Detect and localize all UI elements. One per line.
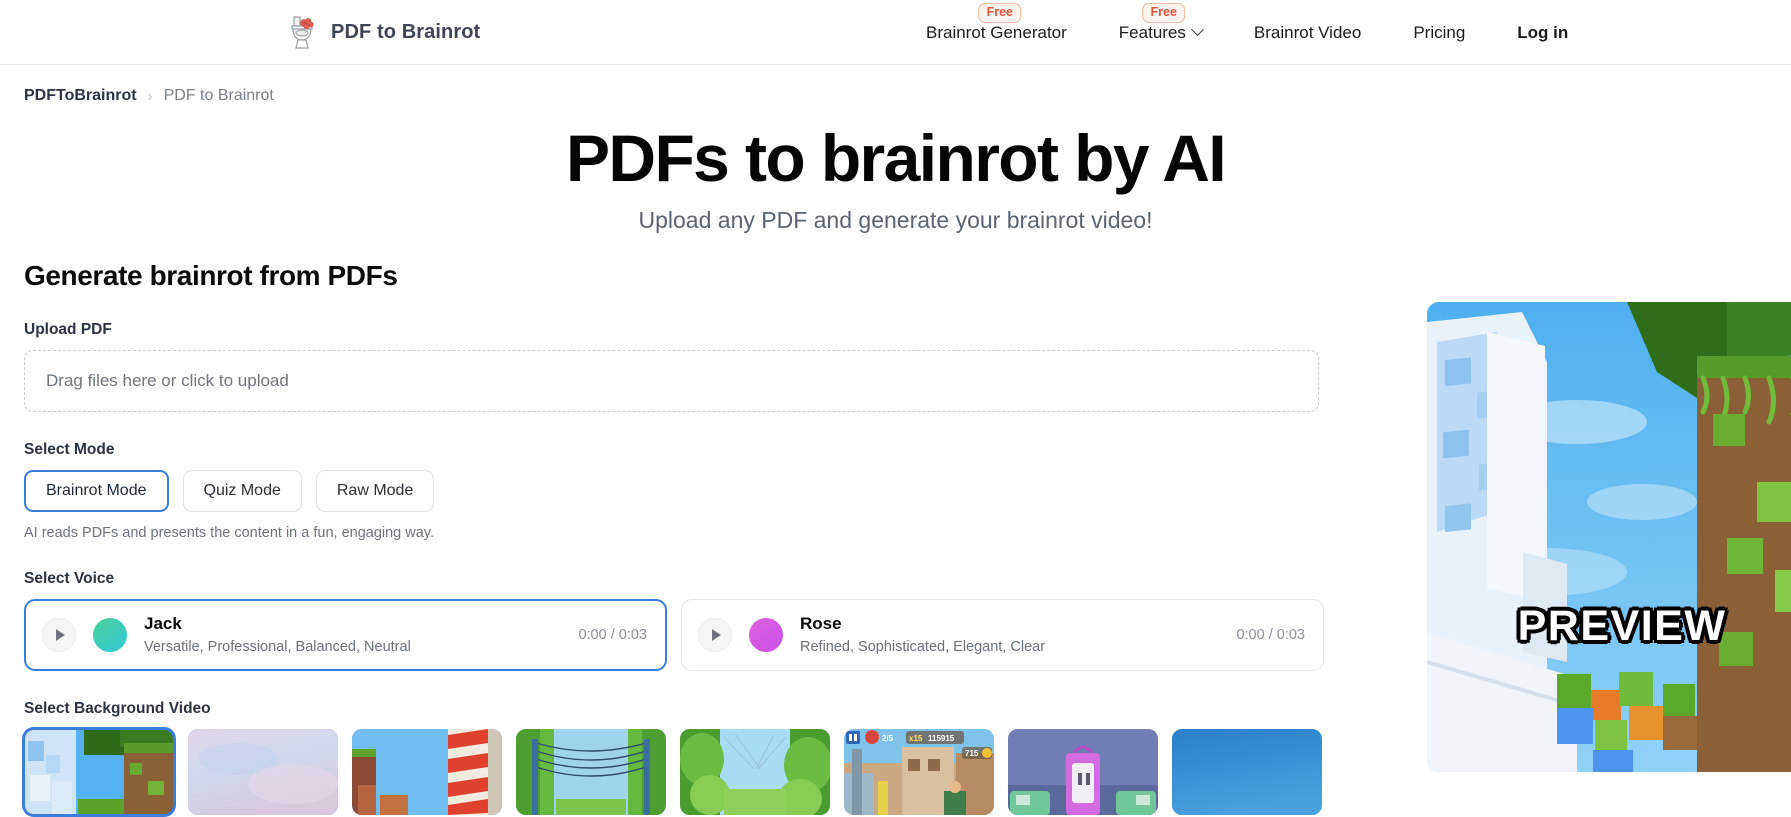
voice-label: Select Voice [24,569,115,587]
avatar [749,617,783,652]
upload-label: Upload PDF [24,320,112,338]
background-thumb-green-parkour-tunnel[interactable] [680,728,830,815]
nav-label: Brainrot Video [1253,22,1362,42]
voice-name: Rose [800,614,842,634]
chevron-down-icon [1191,22,1204,36]
background-thumb-minecraft-ice-village[interactable] [22,726,176,817]
voice-meta: Jack Versatile, Professional, Balanced, … [144,614,411,654]
avatar [93,617,127,652]
breadcrumb: PDFToBrainrot › PDF to Brainrot [0,65,1791,105]
upload-block: Upload PDF Drag files here or click to u… [24,321,1377,412]
free-badge: Free [1142,2,1185,24]
generator-form: Generate brainrot from PDFs Upload PDF D… [22,259,1377,817]
background-thumb-pink-sky-clouds[interactable] [188,728,338,815]
preview-watermark: PREVIEW [1516,600,1727,652]
nav-label: Log in [1517,22,1569,42]
background-thumb-blue-gradient-blank[interactable] [1172,728,1322,815]
voice-card-rose[interactable]: Rose Refined, Sophisticated, Elegant, Cl… [681,598,1324,671]
mode-block: Select Mode Brainrot Mode Quiz Mode Raw … [24,441,1377,541]
voice-name: Jack [144,614,182,634]
form-heading: Generate brainrot from PDFs [24,259,398,291]
background-block: Select Background Video 2/5 x15 115915 7… [22,699,1377,817]
mode-button-brainrot[interactable]: Brainrot Mode [24,469,169,512]
mode-hint: AI reads PDFs and presents the content i… [24,524,435,541]
nav-label: Pricing [1413,22,1466,42]
mode-button-raw[interactable]: Raw Mode [315,469,435,512]
nav-item-pricing[interactable]: Pricing [1387,24,1491,41]
play-icon[interactable] [698,617,732,652]
svg-text:115915: 115915 [928,734,955,743]
background-thumbnail-list: 2/5 x15 115915 715 [22,726,1377,817]
voice-description: Refined, Sophisticated, Elegant, Clear [800,638,1046,655]
main-content: Generate brainrot from PDFs Upload PDF D… [0,259,1791,817]
brand-name: PDF to Brainrot [331,20,481,43]
voice-meta: Rose Refined, Sophisticated, Elegant, Cl… [800,614,1045,654]
nav-item-features[interactable]: Free Features [1093,2,1228,42]
voice-timecode: 0:00 / 0:03 [578,626,647,643]
svg-text:2/5: 2/5 [882,734,894,743]
breadcrumb-home-link[interactable]: PDFToBrainrot [24,87,137,105]
page-subtitle: Upload any PDF and generate your brainro… [638,206,1153,233]
play-icon[interactable] [42,617,76,652]
dropzone-placeholder: Drag files here or click to upload [46,370,289,390]
mode-label: Select Mode [24,440,115,458]
background-thumb-green-parkour-wires[interactable] [516,728,666,815]
main-nav: Free Brainrot Generator Free Features Br… [900,2,1594,42]
voice-description: Versatile, Professional, Balanced, Neutr… [144,638,411,655]
hero-section: PDFs to brainrot by AI Upload any PDF an… [0,123,1791,234]
mode-button-group: Brainrot Mode Quiz Mode Raw Mode [24,469,1377,512]
voice-option-list: Jack Versatile, Professional, Balanced, … [24,598,1377,671]
toilet-brainrot-icon [285,14,319,50]
site-header: PDF to Brainrot Free Brainrot Generator … [0,0,1791,65]
nav-item-brainrot-video[interactable]: Brainrot Video [1228,24,1387,41]
svg-text:x15: x15 [909,734,923,743]
nav-label: Brainrot Generator [926,22,1067,42]
breadcrumb-current: PDF to Brainrot [163,87,274,104]
svg-text:715: 715 [965,749,979,758]
background-thumb-minecraft-red-white-tower[interactable] [352,728,502,815]
background-thumb-subway-surfers-city[interactable]: 2/5 x15 115915 715 [844,728,994,815]
breadcrumb-separator-icon: › [147,87,153,105]
preview-scene [1427,301,1791,772]
voice-timecode: 0:00 / 0:03 [1236,626,1305,643]
background-label: Select Background Video [24,699,211,717]
mode-button-quiz[interactable]: Quiz Mode [182,469,302,512]
nav-item-log-in[interactable]: Log in [1491,24,1594,41]
brand-logo-link[interactable]: PDF to Brainrot [285,14,480,50]
video-preview[interactable]: PREVIEW [1427,301,1791,772]
nav-label: Features [1118,22,1186,42]
page-title: PDFs to brainrot by AI [565,121,1227,195]
nav-item-brainrot-generator[interactable]: Free Brainrot Generator [900,2,1093,42]
preview-column: PREVIEW [1377,260,1791,815]
free-badge: Free [978,2,1021,24]
background-thumb-subway-surfers-train-night[interactable] [1008,728,1158,815]
voice-card-jack[interactable]: Jack Versatile, Professional, Balanced, … [24,598,667,671]
voice-block: Select Voice Jack Versatile, Professiona… [24,570,1377,671]
pdf-dropzone[interactable]: Drag files here or click to upload [24,349,1319,412]
